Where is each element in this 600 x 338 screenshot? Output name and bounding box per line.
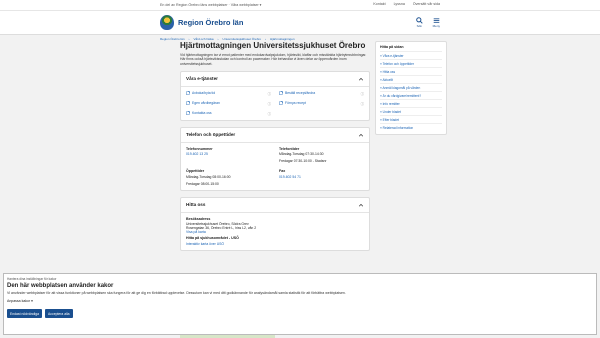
menu-button[interactable]: Meny [433,17,440,28]
info-icon[interactable]: ⓘ [361,91,364,96]
toc-item[interactable]: » Är du vårdgivare/remittent? [380,91,442,99]
toc-item[interactable]: » Relaterad information [380,123,442,131]
eservice-label: Avboka/byta tid [192,91,216,96]
toc-label: Telefon och öppettider [382,61,414,66]
toc-item[interactable]: » Info remitter [380,99,442,107]
toc-label: Under bladet [382,109,401,114]
cookie-text: Vi använder webbplatser för att vissa fu… [7,291,346,295]
main-content: Hjärtmottagningen Universitetssjukhuset … [180,41,370,257]
find-card: Hitta oss Besöksadress Universitetssjukh… [180,196,370,251]
eservices-card: Våra e-tjänster Avboka/byta tid ⓘ Beställ… [180,70,370,121]
visit-address-label: Besöksadress [186,216,211,221]
find-header[interactable]: Hitta oss [181,198,369,213]
info-icon[interactable]: ⓘ [268,91,271,96]
phone-times-line: Måndag-Torsdag 07:30-14:30 [279,152,324,157]
eservice-label: Egen vårdbegäran [192,101,220,106]
sites-link[interactable]: En del av Region Örebro läns webbplatser… [160,3,262,7]
interactive-map-link[interactable]: Interaktiv karta över USÖ [186,242,364,246]
toc-label: Info remitter [382,101,400,106]
listen-link[interactable]: Lyssna [394,2,405,6]
site-header: Region Örebro län Sök Meny [0,11,600,35]
logo-text: Region Örebro län [178,18,244,27]
hamburger-icon [433,18,440,23]
toc-label: Hitta oss [382,69,396,74]
eservices-header[interactable]: Våra e-tjänster [181,72,369,87]
eservice-item[interactable]: Förnya recept ⓘ [279,101,364,106]
external-link-icon [186,91,190,96]
external-link-icon [279,91,283,96]
fax-label: Fax [279,169,286,174]
info-icon[interactable]: ⓘ [361,101,364,106]
phone-title: Telefon och öppettider [186,132,236,138]
external-link-icon [279,101,283,106]
phone-times-line: Fredagar 07:30-10:00 - Stadsnr [279,159,327,164]
toc-title: Hitta på sidan [380,45,404,49]
accept-all-button[interactable]: Acceptera alla [45,309,73,318]
map-link[interactable]: Visa på karta [186,230,364,234]
toc-item[interactable]: » Aktuellt [380,75,442,83]
page-intro: Vid hjärtmottagningen tar vi emot patien… [180,53,367,66]
eservice-label: Förnya recept [285,101,306,106]
eservice-label: Kontakta oss [192,111,212,116]
cookie-settings-heading: Hantera dina inställningar för kakor [7,277,57,281]
toc-label: Relaterad information [382,125,414,130]
toc-item[interactable]: » Hitta oss [380,67,442,75]
eservice-item[interactable]: Beställ recept/ändra ⓘ [279,91,364,96]
page-toc: Hitta på sidan » Våra e-tjänster » Telef… [375,41,447,135]
site-logo[interactable]: Region Örebro län [160,15,243,30]
contact-link[interactable]: Kontakt [373,2,385,6]
toc-label: Anmäl klagomål på vården [382,85,421,90]
info-icon[interactable]: ⓘ [268,101,271,106]
customize-cookies-toggle[interactable]: Anpassa kakor ▾ [7,299,593,303]
hospital-map-label: Hitta på sjukhusområdet - USÖ [186,236,239,241]
toc-item[interactable]: » Anmäl klagomål på vården [380,83,442,91]
phone-header[interactable]: Telefon och öppettider [181,128,369,143]
page-title: Hjärtmottagningen Universitetssjukhuset … [180,41,366,50]
phone-times-label: Telefontider [279,146,300,151]
search-button[interactable]: Sök [415,17,423,28]
info-icon[interactable]: ⓘ [268,111,271,116]
search-label: Sök [416,24,422,28]
find-title: Hitta oss [186,202,206,208]
phone-number-label: Telefonnummer [186,146,213,151]
fax-link[interactable]: 019-602 54 71 [279,175,364,179]
chevron-up-icon [358,133,364,137]
chevron-up-icon [358,77,364,81]
opening-hours-label: Öppettider [186,169,205,174]
eservice-item[interactable]: Kontakta oss ⓘ [186,111,271,116]
translate-link[interactable]: Översätt vår sida [413,2,440,6]
search-icon [415,17,423,24]
utility-links: Kontakt Lyssna Översätt vår sida [373,2,440,6]
phone-number-link[interactable]: 019-602 13 25 [186,152,271,156]
region-logo-icon [160,15,174,30]
toc-label: Efter bladet [382,117,399,122]
external-link-icon [186,101,190,106]
phone-card: Telefon och öppettider Telefonnummer 019… [180,126,370,191]
opening-hours-line: Måndag-Torsdag 08:00-16:00 [186,174,231,179]
opening-hours-line: Fredagar 08:00-15:00 [186,181,219,186]
eservices-title: Våra e-tjänster [186,76,218,82]
toc-item[interactable]: » Telefon och öppettider [380,59,442,67]
top-utility-bar: En del av Region Örebro läns webbplatser… [0,0,600,11]
eservice-label: Beställ recept/ändra [285,91,316,96]
menu-label: Meny [432,24,440,28]
toc-item[interactable]: » Under bladet [380,107,442,115]
accept-necessary-button[interactable]: Endast nödvändiga [7,309,43,318]
toc-label: Aktuellt [382,77,393,82]
toc-item[interactable]: » Våra e-tjänster [380,51,442,59]
external-link-icon [186,111,190,116]
chevron-up-icon [358,203,364,207]
toc-label: Är du vårdgivare/remittent? [382,93,422,98]
toc-item[interactable]: » Efter bladet [380,115,442,123]
eservice-item[interactable]: Avboka/byta tid ⓘ [186,91,271,96]
cookie-title: Den här webbplatsen använder kakor [7,283,114,289]
cookie-banner: Hantera dina inställningar för kakor Den… [3,273,597,335]
toc-label: Våra e-tjänster [382,53,404,58]
eservice-item[interactable]: Egen vårdbegäran ⓘ [186,101,271,106]
